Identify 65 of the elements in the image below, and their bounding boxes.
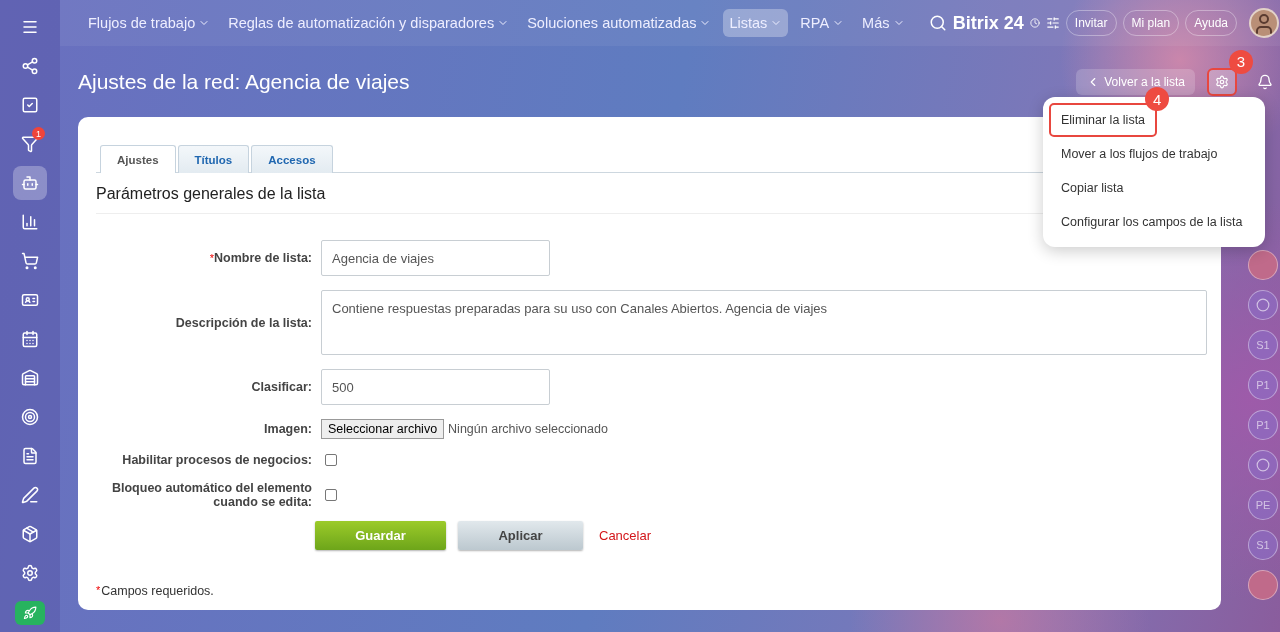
target-icon (21, 408, 39, 426)
field-label: Clasificar: (250, 380, 312, 394)
initials-avatar[interactable]: S1 (1248, 330, 1278, 360)
step-callout: 3 (1229, 49, 1253, 74)
chart-icon (21, 213, 39, 231)
field-label: Bloqueo automático del elemento cuando se edita: (110, 481, 312, 509)
text-input[interactable]: 500 (321, 369, 550, 405)
nav-tab[interactable]: Reglas de automatización y disparadores (222, 9, 516, 37)
field-label: Habilitar procesos de negocios: (121, 453, 312, 467)
logo: Bitrix 24 (952, 12, 1024, 34)
funnel-icon (21, 135, 39, 153)
text-input[interactable]: Agencia de viajes (321, 240, 550, 276)
tab[interactable]: Accesos (251, 145, 333, 173)
settings-icon (21, 564, 39, 582)
cards-icon (21, 291, 39, 309)
robot-icon (21, 174, 39, 192)
apply-button[interactable]: Aplicar (458, 521, 583, 550)
checkbox[interactable] (325, 454, 337, 466)
nav-tab[interactable]: Soluciones automatizadas (521, 9, 718, 37)
field-label: Imagen: (263, 422, 312, 436)
checkbox[interactable] (325, 489, 337, 501)
nav-tab[interactable]: Flujos de trabajo (82, 9, 217, 37)
tab[interactable]: Ajustes (100, 145, 176, 173)
required-mark: * (96, 584, 101, 598)
footnote: Campos requeridos. (101, 584, 214, 598)
sign-icon (21, 486, 39, 504)
nav-tab[interactable]: Listas (723, 9, 789, 37)
bell-icon[interactable] (1257, 73, 1273, 90)
menu-item[interactable]: Mover a los flujos de trabajo (1049, 137, 1230, 171)
sidebar-button[interactable]: 1 (13, 127, 47, 161)
tab[interactable]: Títulos (177, 145, 250, 173)
tasks-icon (21, 96, 39, 114)
initials-avatar[interactable]: P1 (1248, 370, 1278, 400)
save-button[interactable]: Guardar (315, 521, 446, 550)
field-label: Descripción de la lista: (174, 315, 312, 330)
settings-icon (1215, 74, 1229, 89)
initials-avatar[interactable]: PE (1248, 490, 1278, 520)
document-icon (21, 447, 39, 465)
required-mark: * (209, 252, 215, 264)
warehouse-icon (21, 369, 39, 387)
file-status: Ningún archivo seleccionado (448, 422, 608, 436)
menu-item[interactable]: Copiar lista (1049, 171, 1136, 205)
rocket-icon[interactable] (15, 601, 45, 625)
sidebar-button[interactable] (13, 166, 47, 200)
initials-avatar[interactable]: P1 (1248, 410, 1278, 440)
sliders-icon[interactable] (1045, 16, 1060, 30)
nav-tab[interactable]: RPA (794, 9, 851, 37)
nav-tab[interactable]: Más (856, 9, 911, 37)
search-icon[interactable] (928, 14, 947, 32)
clock-icon (1029, 18, 1040, 28)
initials-avatar[interactable]: S1 (1248, 530, 1278, 560)
choose-file-button[interactable]: Seleccionar archivo (321, 419, 445, 439)
cart-icon (21, 252, 39, 270)
calendar-icon (21, 330, 39, 348)
share-icon (21, 57, 39, 75)
avatar[interactable] (1249, 8, 1279, 38)
box-icon (21, 525, 39, 543)
description-textarea[interactable]: Contiene respuestas preparadas para su uso con Canales Abiertos. Agencia de viajes (321, 290, 1207, 355)
field-label: Nombre de lista: (214, 251, 312, 265)
notification-counter: 1 (32, 127, 45, 140)
step-callout: 4 (1145, 87, 1170, 111)
back-button[interactable]: Volver a la lista (1076, 68, 1195, 95)
cancel-link[interactable]: Cancelar (599, 528, 652, 543)
page-title: Ajustes de la red: Agencia de viajes (78, 69, 411, 94)
settings-button[interactable] (1207, 67, 1237, 96)
